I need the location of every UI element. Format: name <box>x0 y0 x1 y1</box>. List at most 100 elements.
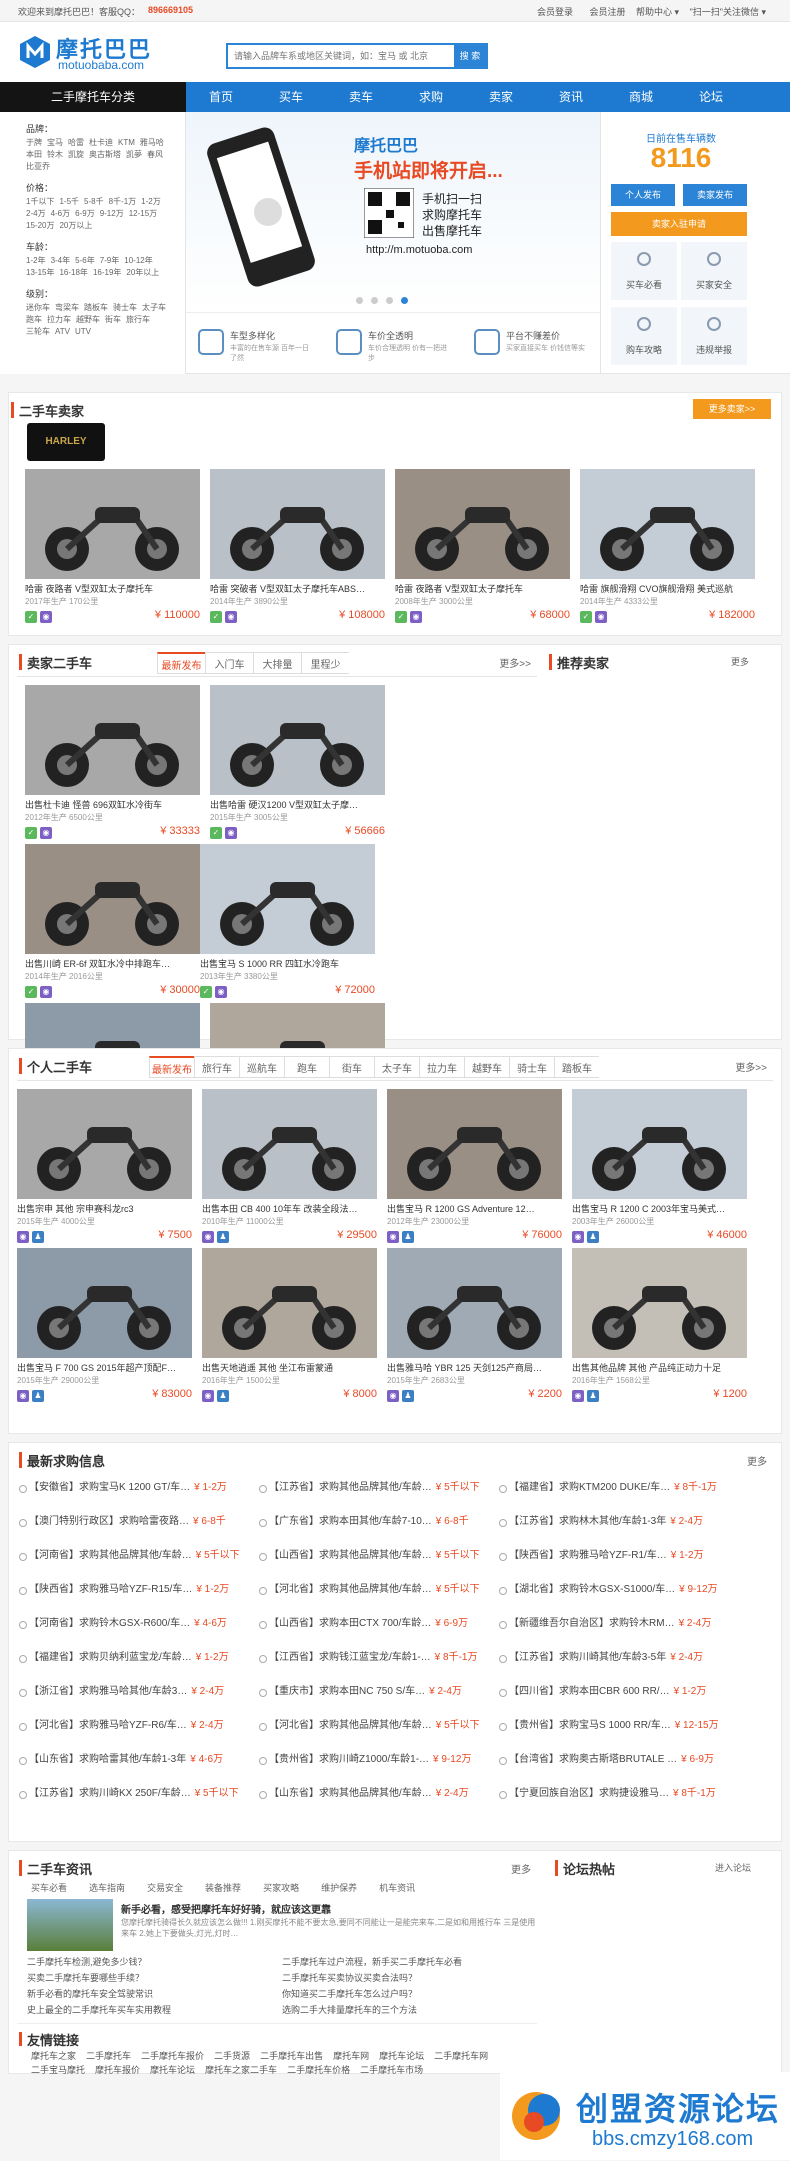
personal-more-link[interactable]: 更多>> <box>735 1059 767 1074</box>
friend-link[interactable]: 二手摩托车市场 <box>360 2065 423 2075</box>
request-title[interactable]: 【福建省】求购贝纳利蓝宝龙/车龄… <box>29 1652 192 1663</box>
filter-option[interactable]: 1千以下 <box>26 196 54 208</box>
friend-link[interactable]: 摩托车报价 <box>95 2065 140 2075</box>
friend-link[interactable]: 摩托车网 <box>333 2051 369 2061</box>
banner[interactable]: 摩托巴巴 手机站即将开启... 手机扫一扫 求购摩托车 出售摩托车 http:/… <box>186 112 600 312</box>
filter-option[interactable]: 杜卡迪 <box>89 137 113 149</box>
request-title[interactable]: 【江苏省】求购其他品牌其他/车龄… <box>269 1482 432 1493</box>
filter-option[interactable]: 弯梁车 <box>55 302 79 314</box>
friend-link[interactable]: 二手摩托车报价 <box>141 2051 204 2061</box>
request-title[interactable]: 【新疆维吾尔自治区】求购铃木RM… <box>509 1618 675 1629</box>
news-tab[interactable]: 交易安全 <box>147 1881 183 1894</box>
listing-title[interactable]: 出售杜卡迪 怪兽 696双缸水冷街车 <box>25 798 200 810</box>
request-item[interactable]: 【贵州省】求购川崎Z1000/车龄1-… ¥ 9-12万 <box>259 1753 499 1787</box>
filter-option[interactable]: 1-2年 <box>26 255 46 267</box>
help-link[interactable]: 帮助中心 ▾ <box>636 7 679 17</box>
request-item[interactable]: 【江苏省】求购川崎KX 250F/车龄… ¥ 5千以下 <box>19 1787 259 1821</box>
listing-photo[interactable] <box>200 844 375 954</box>
nav-item[interactable]: 论坛 <box>676 82 746 112</box>
news-tab[interactable]: 维护保养 <box>321 1881 357 1894</box>
nav-item[interactable]: 求购 <box>396 82 466 112</box>
request-title[interactable]: 【山东省】求购其他品牌其他/车龄… <box>269 1788 432 1799</box>
listing-card[interactable]: 哈雷 旗舰滑翔 CVO旗舰滑翔 美式巡航 2014年生产 4333公里 ✓ ◉ ¥ 18… <box>580 469 755 623</box>
request-title[interactable]: 【江西省】求购钱江蓝宝龙/车龄1-… <box>269 1652 431 1663</box>
request-title[interactable]: 【河北省】求购雅马哈YZF-R6/车… <box>29 1720 187 1731</box>
listing-photo[interactable] <box>387 1248 562 1358</box>
filter-tab[interactable]: 旅行车 <box>194 1056 239 1078</box>
request-item[interactable]: 【宁夏回族自治区】求购捷设雅马… ¥ 8千-1万 <box>499 1787 739 1821</box>
news-tab[interactable]: 买家攻略 <box>263 1881 299 1894</box>
request-title[interactable]: 【湖北省】求购铃木GSX-S1000/车… <box>509 1584 675 1595</box>
news-link[interactable]: 二手摩托车买卖协议买卖合法吗？ <box>282 1971 537 1987</box>
listing-card[interactable]: 出售雅马哈 YBR 125 天剑125产商局… 2015年生产 2683公里 ◉ ♟ ¥… <box>387 1248 562 1402</box>
filter-option[interactable]: 于牌 <box>26 137 42 149</box>
request-item[interactable]: 【江苏省】求购其他品牌其他/车龄… ¥ 5千以下 <box>259 1481 499 1515</box>
filter-option[interactable]: 哈雷 <box>68 137 84 149</box>
filter-option[interactable]: ATV <box>55 326 70 338</box>
filter-option[interactable]: 9-12万 <box>100 208 124 220</box>
seller-join-button[interactable]: 卖家入驻申请 <box>611 212 747 236</box>
filter-option[interactable]: KTM <box>118 137 135 149</box>
request-item[interactable]: 【贵州省】求购宝马S 1000 RR/车… ¥ 12-15万 <box>499 1719 739 1753</box>
listing-photo[interactable] <box>210 685 385 795</box>
listing-title[interactable]: 出售其他品牌 其他 产品纯正动力十足 <box>572 1361 747 1373</box>
request-title[interactable]: 【四川省】求购本田CBR 600 RR/… <box>509 1686 670 1697</box>
seller-post-button[interactable]: 卖家发布 <box>683 184 747 206</box>
friend-link[interactable]: 二手摩托车网 <box>434 2051 488 2061</box>
news-link[interactable]: 二手摩托车检测,避免多少钱？ <box>27 1955 282 1971</box>
friend-link[interactable]: 摩托车论坛 <box>150 2065 195 2075</box>
request-title[interactable]: 【广东省】求购本田其他/车龄7-10… <box>269 1516 432 1527</box>
request-title[interactable]: 【江苏省】求购川崎其他/车龄3-5年 <box>509 1652 666 1663</box>
listing-card[interactable]: 出售哈雷 硬汉1200 V型双缸太子摩… 2015年生产 3005公里 ✓ ◉ ¥ 56… <box>210 685 385 839</box>
request-item[interactable]: 【河北省】求购雅马哈YZF-R6/车… ¥ 2-4万 <box>19 1719 259 1753</box>
category-menu[interactable]: 二手摩托车分类 <box>0 82 186 112</box>
request-item[interactable]: 【河南省】求购其他品牌其他/车龄… ¥ 5千以下 <box>19 1549 259 1583</box>
filter-tab[interactable]: 跑车 <box>284 1056 329 1078</box>
listing-title[interactable]: 出售宝马 F 700 GS 2015年超产顶配F… <box>17 1361 192 1373</box>
listing-title[interactable]: 哈雷 突破者 V型双缸太子摩托车ABS… <box>210 582 385 594</box>
banner-dot[interactable] <box>371 297 378 304</box>
recommended-more[interactable]: 更多 <box>731 655 749 668</box>
logo[interactable]: 摩托巴巴 motuobaba.com <box>18 32 168 72</box>
nav-item[interactable]: 买车 <box>256 82 326 112</box>
filter-option[interactable]: 踏板车 <box>84 302 108 314</box>
request-item[interactable]: 【山东省】求购其他品牌其他/车龄… ¥ 2-4万 <box>259 1787 499 1821</box>
listing-title[interactable]: 出售本田 CB 400 10年车 改装全段法… <box>202 1202 377 1214</box>
listing-card[interactable]: 哈雷 夜路者 V型双缸太子摩托车 2017年生产 170公里 ✓ ◉ ¥ 110000 <box>25 469 200 623</box>
listing-photo[interactable] <box>202 1248 377 1358</box>
news-link[interactable]: 新手必看的摩托车安全驾驶常识 <box>27 1987 282 2003</box>
filter-option[interactable]: 跑车 <box>26 314 42 326</box>
listing-card[interactable]: 出售宝马 F 700 GS 2015年超产顶配F… 2015年生产 29000公里… <box>17 1248 192 1402</box>
listing-card[interactable]: 出售杜卡迪 怪兽 696双缸水冷街车 2012年生产 6500公里 ✓ ◉ ¥ 3333… <box>25 685 200 839</box>
listing-title[interactable]: 出售川崎 ER-6f 双缸水冷中排跑车… <box>25 957 200 969</box>
filter-tab[interactable]: 最新发布 <box>149 1056 194 1078</box>
listing-photo[interactable] <box>17 1089 192 1199</box>
nav-item[interactable]: 首页 <box>186 82 256 112</box>
search-input[interactable] <box>228 45 450 67</box>
listing-title[interactable]: 出售宝马 R 1200 GS Adventure 12… <box>387 1202 562 1214</box>
filter-option[interactable]: 本田 <box>26 149 42 161</box>
filter-option[interactable]: 7-9年 <box>100 255 120 267</box>
filter-option[interactable]: UTV <box>75 326 91 338</box>
banner-dot[interactable] <box>401 297 408 304</box>
listing-title[interactable]: 哈雷 夜路者 V型双缸太子摩托车 <box>25 582 200 594</box>
request-item[interactable]: 【陕西省】求购雅马哈YZF-R15/车… ¥ 1-2万 <box>19 1583 259 1617</box>
listing-title[interactable]: 哈雷 旗舰滑翔 CVO旗舰滑翔 美式巡航 <box>580 582 755 594</box>
request-item[interactable]: 【重庆市】求购本田NC 750 S/车… ¥ 2-4万 <box>259 1685 499 1719</box>
filter-option[interactable]: 三轮车 <box>26 326 50 338</box>
listing-card[interactable]: 出售宝马 R 1200 GS Adventure 12… 2012年生产 2300… <box>387 1089 562 1243</box>
request-item[interactable]: 【湖北省】求购铃木GSX-S1000/车… ¥ 9-12万 <box>499 1583 739 1617</box>
seller-logo[interactable]: HARLEY <box>27 423 105 461</box>
filter-option[interactable]: 2-4万 <box>26 208 46 220</box>
request-item[interactable]: 【新疆维吾尔自治区】求购铃木RM… ¥ 2-4万 <box>499 1617 739 1651</box>
news-tab[interactable]: 机车资讯 <box>379 1881 415 1894</box>
request-title[interactable]: 【贵州省】求购宝马S 1000 RR/车… <box>509 1720 671 1731</box>
personal-post-button[interactable]: 个人发布 <box>611 184 675 206</box>
request-item[interactable]: 【福建省】求购贝纳利蓝宝龙/车龄… ¥ 1-2万 <box>19 1651 259 1685</box>
listing-photo[interactable] <box>202 1089 377 1199</box>
request-title[interactable]: 【河南省】求购其他品牌其他/车龄… <box>29 1550 192 1561</box>
listing-card[interactable]: 哈雷 突破者 V型双缸太子摩托车ABS… 2014年生产 3890公里 ✓ ◉ ¥ 10… <box>210 469 385 623</box>
filter-tab[interactable]: 太子车 <box>374 1056 419 1078</box>
listing-card[interactable]: 出售宝马 S 1000 RR 四缸水冷跑车 2013年生产 3380公里 ✓ ◉ ¥ 7… <box>200 844 375 998</box>
friend-link[interactable]: 二手摩托车出售 <box>260 2051 323 2061</box>
